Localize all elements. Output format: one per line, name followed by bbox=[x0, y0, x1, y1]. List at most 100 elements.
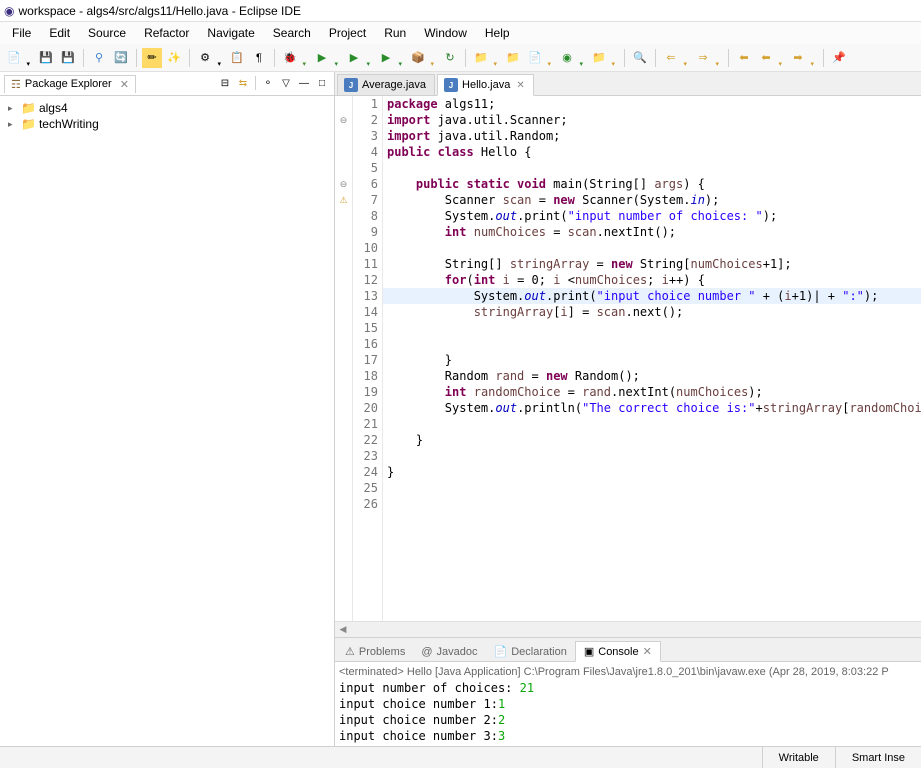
gutter-marker[interactable] bbox=[335, 272, 352, 288]
gutter-marker[interactable] bbox=[335, 224, 352, 240]
code-editor[interactable]: ⊖⊖⚠ 123456789101112131415161718192021222… bbox=[335, 96, 921, 621]
gutter-marker[interactable] bbox=[335, 96, 352, 112]
next-annotation-button[interactable]: ⇒ bbox=[693, 48, 713, 68]
gutter-marker[interactable] bbox=[335, 320, 352, 336]
new-folder-button[interactable]: 📁 bbox=[589, 48, 609, 68]
code-line[interactable]: Scanner scan = new Scanner(System.in); bbox=[383, 192, 921, 208]
debug-config-button[interactable]: ⚙ bbox=[195, 48, 215, 68]
expand-arrow-icon[interactable]: ▸ bbox=[8, 119, 18, 130]
menu-window[interactable]: Window bbox=[416, 24, 475, 42]
code-line[interactable]: System.out.print("input choice number " … bbox=[383, 288, 921, 304]
code-line[interactable]: stringArray[i] = scan.next(); bbox=[383, 304, 921, 320]
code-line[interactable]: System.out.println("The correct choice i… bbox=[383, 400, 921, 416]
editor-tab[interactable]: JAverage.java bbox=[337, 74, 435, 95]
code-line[interactable]: String[] stringArray = new String[numCho… bbox=[383, 256, 921, 272]
gutter-marker[interactable] bbox=[335, 480, 352, 496]
new-java-button[interactable]: 📄 bbox=[525, 48, 545, 68]
run-button[interactable]: ▶ bbox=[312, 48, 332, 68]
code-line[interactable]: import java.util.Scanner; bbox=[383, 112, 921, 128]
menu-refactor[interactable]: Refactor bbox=[136, 24, 197, 42]
code-line[interactable]: } bbox=[383, 432, 921, 448]
maximize-view-icon[interactable]: □ bbox=[314, 76, 330, 92]
bottom-tab-declaration[interactable]: 📄Declaration bbox=[486, 642, 575, 661]
menu-edit[interactable]: Edit bbox=[41, 24, 78, 42]
link-button[interactable]: ⚲ bbox=[89, 48, 109, 68]
gutter-marker[interactable] bbox=[335, 432, 352, 448]
menu-file[interactable]: File bbox=[4, 24, 39, 42]
gutter-marker[interactable] bbox=[335, 384, 352, 400]
code-line[interactable]: Random rand = new Random(); bbox=[383, 368, 921, 384]
gutter-marker[interactable] bbox=[335, 368, 352, 384]
back-button[interactable]: ⬅ bbox=[756, 48, 776, 68]
run-last-button[interactable]: ▶ bbox=[376, 48, 396, 68]
gutter-marker[interactable] bbox=[335, 144, 352, 160]
close-tab-icon[interactable]: ✕ bbox=[516, 80, 524, 91]
code-line[interactable] bbox=[383, 448, 921, 464]
gutter-marker[interactable] bbox=[335, 128, 352, 144]
gutter-marker[interactable] bbox=[335, 464, 352, 480]
gutter-marker[interactable] bbox=[335, 448, 352, 464]
gutter-marker[interactable] bbox=[335, 496, 352, 512]
new-class-button[interactable]: 📁 bbox=[471, 48, 491, 68]
close-view-icon[interactable]: ✕ bbox=[643, 645, 652, 658]
bottom-tab-console[interactable]: ▣Console ✕ bbox=[575, 641, 661, 662]
code-line[interactable]: int randomChoice = rand.nextInt(numChoic… bbox=[383, 384, 921, 400]
gutter-marker[interactable] bbox=[335, 288, 352, 304]
code-line[interactable]: } bbox=[383, 352, 921, 368]
code-line[interactable] bbox=[383, 496, 921, 512]
gutter-marker[interactable]: ⚠ bbox=[335, 192, 352, 208]
gutter-marker[interactable] bbox=[335, 208, 352, 224]
menu-navigate[interactable]: Navigate bbox=[199, 24, 262, 42]
gutter-marker[interactable] bbox=[335, 240, 352, 256]
project-tree[interactable]: ▸ 📁 algs4 ▸ 📁 techWriting bbox=[0, 96, 334, 746]
new-other-button[interactable]: ◉ bbox=[557, 48, 577, 68]
gutter-marker[interactable]: ⊖ bbox=[335, 176, 352, 192]
pin-button[interactable]: 📌 bbox=[829, 48, 849, 68]
gutter-marker[interactable] bbox=[335, 400, 352, 416]
highlight-button[interactable]: ✏ bbox=[142, 48, 162, 68]
collapse-all-icon[interactable]: ⊟ bbox=[217, 76, 233, 92]
code-line[interactable] bbox=[383, 160, 921, 176]
minimize-view-icon[interactable]: — bbox=[296, 76, 312, 92]
wand-button[interactable]: ✨ bbox=[164, 48, 184, 68]
save-button[interactable]: 💾 bbox=[36, 48, 56, 68]
close-view-icon[interactable]: ✕ bbox=[120, 78, 129, 91]
format-button[interactable]: 📋 bbox=[227, 48, 247, 68]
code-line[interactable]: } bbox=[383, 464, 921, 480]
debug-button[interactable]: 🐞 bbox=[280, 48, 300, 68]
code-line[interactable]: int numChoices = scan.nextInt(); bbox=[383, 224, 921, 240]
gutter-marker[interactable] bbox=[335, 160, 352, 176]
tree-item[interactable]: ▸ 📁 algs4 bbox=[4, 100, 330, 116]
expand-arrow-icon[interactable]: ▸ bbox=[8, 103, 18, 114]
coverage-button[interactable]: ▶ bbox=[344, 48, 364, 68]
code-line[interactable] bbox=[383, 416, 921, 432]
search-button[interactable]: 🔍 bbox=[630, 48, 650, 68]
last-edit-button[interactable]: ⬅ bbox=[734, 48, 754, 68]
console-view[interactable]: <terminated> Hello [Java Application] C:… bbox=[335, 662, 921, 746]
code-line[interactable]: import java.util.Random; bbox=[383, 128, 921, 144]
switch-button[interactable]: 🔄 bbox=[111, 48, 131, 68]
forward-button[interactable]: ➡ bbox=[788, 48, 808, 68]
prev-annotation-button[interactable]: ⇐ bbox=[661, 48, 681, 68]
gutter-marker[interactable]: ⊖ bbox=[335, 112, 352, 128]
ext-tools-button[interactable]: 📦 bbox=[408, 48, 428, 68]
gutter-marker[interactable] bbox=[335, 336, 352, 352]
code-line[interactable]: public class Hello { bbox=[383, 144, 921, 160]
horizontal-scrollbar[interactable]: ◀ bbox=[335, 621, 921, 637]
gutter-marker[interactable] bbox=[335, 256, 352, 272]
editor-tab[interactable]: JHello.java✕ bbox=[437, 74, 534, 96]
code-line[interactable] bbox=[383, 320, 921, 336]
gutter-marker[interactable] bbox=[335, 352, 352, 368]
code-line[interactable] bbox=[383, 240, 921, 256]
menu-search[interactable]: Search bbox=[265, 24, 319, 42]
code-line[interactable]: package algs11; bbox=[383, 96, 921, 112]
menu-project[interactable]: Project bbox=[321, 24, 374, 42]
bottom-tab-problems[interactable]: ⚠Problems bbox=[337, 642, 413, 661]
new-button[interactable]: 📄 bbox=[4, 48, 24, 68]
package-explorer-tab[interactable]: ☶ Package Explorer ✕ bbox=[4, 75, 136, 93]
scroll-left-icon[interactable]: ◀ bbox=[335, 624, 351, 635]
refresh-button[interactable]: ↻ bbox=[440, 48, 460, 68]
link-editor-icon[interactable]: ⇆ bbox=[235, 76, 251, 92]
gutter-marker[interactable] bbox=[335, 416, 352, 432]
menu-help[interactable]: Help bbox=[477, 24, 518, 42]
